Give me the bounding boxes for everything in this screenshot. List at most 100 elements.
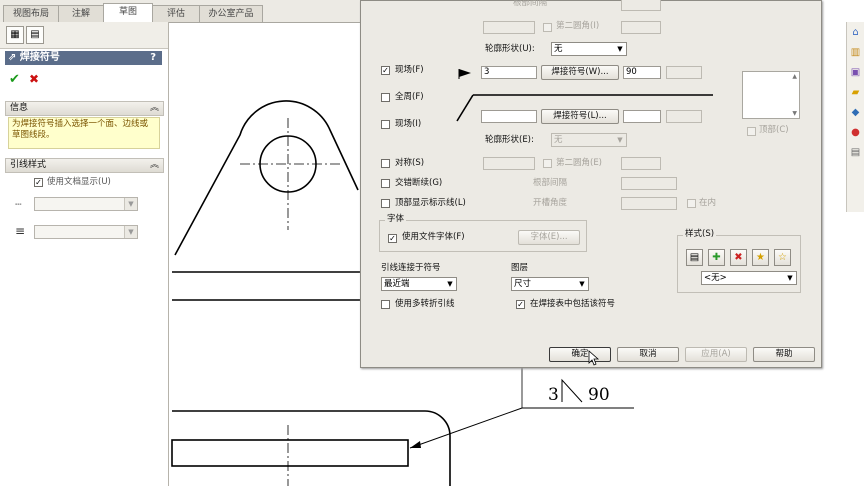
second-fillet-bottom-left[interactable] [483,157,535,170]
chevron-down-icon: ▼ [579,280,585,288]
bottom-extra-input[interactable] [666,110,702,123]
appearance-icon[interactable]: ◆ [849,106,862,119]
help-button[interactable]: 帮助 [753,347,815,362]
property-icon[interactable]: ▤ [26,26,44,44]
groove-angle-input[interactable] [621,197,677,210]
line-style-combo[interactable]: ▼ [34,197,138,211]
use-doc-font-checkbox[interactable]: ✓ [388,234,397,243]
style-delete-icon[interactable]: ✖ [730,249,747,266]
use-doc-display-checkbox[interactable]: ✓ [34,178,43,187]
left-value-input[interactable]: 3 [481,66,537,79]
top-right-checkbox[interactable] [747,127,756,136]
right-value-input[interactable]: 90 [623,66,661,79]
collapse-icon[interactable]: ︽ [150,159,159,172]
second-fillet-top-left[interactable] [483,21,535,34]
scroll-down-icon[interactable]: ▼ [792,110,797,117]
second-fillet-top-checkbox[interactable] [543,23,552,32]
palette-icon[interactable]: ● [849,126,862,139]
tab-view-layout[interactable]: 视图布局 [3,5,59,22]
field-site-top-checkbox[interactable]: ✓ [381,66,390,75]
weld-symbol-dialog: 根部间隔 第二圆角(I) 轮廓形状(U): 无 ▼ ✓ 现场(F) 3 焊接符号… [360,0,822,368]
field-site-bottom-label: 现场(I) [395,119,422,129]
info-group-header[interactable]: 信息 ︽ [5,101,164,116]
tab-annotation[interactable]: 注解 [58,5,104,22]
all-around-checkbox[interactable] [381,93,390,102]
include-in-table-checkbox[interactable]: ✓ [516,300,525,309]
style-select-value: <无> [704,273,727,283]
leader-anchor-label: 引线连接于符号 [381,263,441,273]
custom-props-icon[interactable]: ▤ [849,146,862,159]
pm-title-bar: ⇗ 焊接符号 ? [5,51,162,65]
ok-check-icon[interactable]: ✔ [9,72,20,87]
multi-jog-label: 使用多转折引线 [395,299,455,309]
line-style-icon: ┄ [15,198,22,211]
inside-checkbox[interactable] [687,199,696,208]
contour-bottom-select[interactable]: 无 ▼ [551,133,627,147]
layer-select[interactable]: 尺寸 ▼ [511,277,589,291]
catalog-icon[interactable]: ▣ [849,66,862,79]
root-gap-top-label: 根部间隔 [513,0,548,8]
pm-actions: ✔ ✖ [0,68,168,90]
tab-sketch[interactable]: 草图 [103,3,153,23]
multi-jog-checkbox[interactable] [381,300,390,309]
tab-office-products[interactable]: 办公室产品 [199,5,263,22]
style-select-icon[interactable]: ▤ [686,249,703,266]
leader-style-label: 引线样式 [10,160,47,170]
apply-button[interactable]: 应用(A) [685,347,747,362]
contour-top-value: 无 [554,44,563,54]
use-doc-display-label: 使用文档显示(U) [47,177,111,187]
info-header-label: 信息 [10,103,29,113]
symbol-preview-box: ▲ ▼ [742,71,800,119]
second-fillet-top-right[interactable] [621,21,661,34]
top-field-partial[interactable] [621,0,661,11]
tab-evaluate[interactable]: 评估 [152,5,200,22]
inside-label: 在内 [699,198,717,208]
scroll-up-icon[interactable]: ▲ [792,73,797,80]
library-icon[interactable]: ▥ [849,46,862,59]
chevron-down-icon: ▼ [447,280,453,288]
line-thickness-combo[interactable]: ▼ [34,225,138,239]
weld-symbol-bottom-button[interactable]: 焊接符号(L)... [541,109,619,124]
root-gap-label: 根部间隔 [533,178,568,188]
bottom-right-input[interactable] [623,110,661,123]
ok-button[interactable]: 确定 [549,347,611,362]
use-doc-font-label: 使用文件字体(F) [402,232,465,242]
font-button[interactable]: 字体(E)... [518,230,580,245]
weld-symbol-icon: ⇗ [8,52,17,63]
folder-icon[interactable]: ▰ [849,86,862,99]
weld-size-right: 90 [588,385,610,405]
groove-angle-label: 开槽角度 [533,198,568,208]
leader-anchor-select[interactable]: 最近端 ▼ [381,277,457,291]
cancel-x-icon[interactable]: ✖ [29,72,39,86]
stagger-checkbox[interactable] [381,179,390,188]
weld-symbol-top-button[interactable]: 焊接符号(W)... [541,65,619,80]
symmetric-checkbox[interactable] [381,159,390,168]
task-pane-bar: ⌂ ▥ ▣ ▰ ◆ ● ▤ [846,22,864,212]
style-select[interactable]: <无> ▼ [701,271,797,285]
contour-top-select[interactable]: 无 ▼ [551,42,627,56]
contour-bottom-label: 轮廓形状(E): [485,135,534,145]
chevron-down-icon: ▼ [617,45,623,53]
leader-style-group-header[interactable]: 引线样式 ︽ [5,158,164,173]
top-show-id-checkbox[interactable] [381,199,390,208]
mouse-cursor-icon [588,350,600,366]
field-site-bottom-checkbox[interactable] [381,120,390,129]
collapse-icon[interactable]: ︽ [150,102,159,115]
second-fillet-bottom-right[interactable] [621,157,661,170]
style-load-icon[interactable]: ☆ [774,249,791,266]
root-gap-input[interactable] [621,177,677,190]
style-add-icon[interactable]: ✚ [708,249,725,266]
bottom-left-input[interactable] [481,110,537,123]
contour-top-label: 轮廓形状(U): [485,44,535,54]
cancel-button[interactable]: 取消 [617,347,679,362]
right-extra-input[interactable] [666,66,702,79]
home-icon[interactable]: ⌂ [849,26,862,39]
top-right-label: 顶部(C) [759,125,789,135]
style-group-label: 样式(S) [683,229,717,240]
second-fillet-bottom-checkbox[interactable] [543,159,552,168]
command-manager-tabs: 视图布局 注解 草图 评估 办公室产品 [0,0,360,23]
style-save-icon[interactable]: ★ [752,249,769,266]
line-thickness-icon: ≡ [15,224,26,238]
help-icon[interactable]: ? [150,51,156,65]
feature-tree-icon[interactable]: ▦ [6,26,24,44]
